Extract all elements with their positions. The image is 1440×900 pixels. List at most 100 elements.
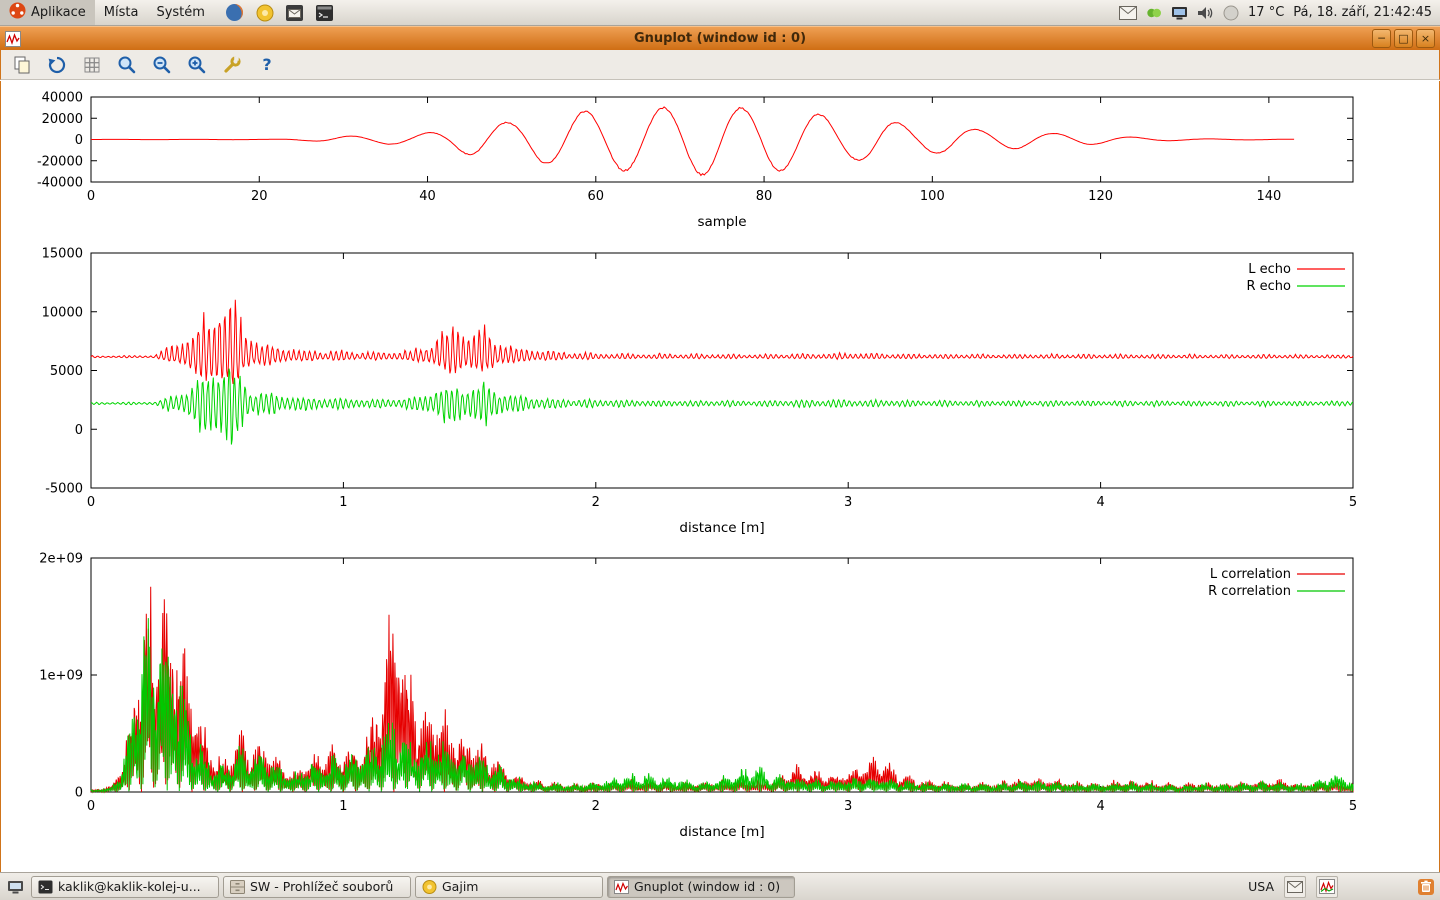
file-browser-task-icon	[230, 880, 245, 894]
ubuntu-logo-icon	[9, 2, 26, 23]
x-tick-label: 20	[251, 189, 268, 204]
menu-applications[interactable]: Aplikace	[0, 0, 95, 25]
legend-label: R echo	[1246, 279, 1291, 294]
x-tick-label: 2	[592, 495, 600, 510]
task-terminal[interactable]: kaklik@kaklik-kolej-u...	[31, 876, 219, 898]
taskbar-tray: USA	[1248, 875, 1440, 899]
y-tick-label: 0	[75, 786, 83, 801]
x-tick-label: 1	[339, 495, 347, 510]
chat-launcher-icon[interactable]	[254, 2, 276, 24]
clock-label[interactable]: Pá, 18. září, 21:42:45	[1293, 5, 1432, 20]
menu-applications-label: Aplikace	[31, 5, 86, 20]
legend-label: R correlation	[1208, 584, 1291, 599]
plot-border	[91, 558, 1353, 792]
legend-label: L echo	[1248, 262, 1291, 277]
maximize-button[interactable]: □	[1394, 29, 1413, 48]
help-button[interactable]: ?	[254, 53, 280, 77]
x-tick-label: 0	[87, 189, 95, 204]
x-tick-label: 0	[87, 495, 95, 510]
gnome-bottom-panel: kaklik@kaklik-kolej-u... SW - Prohlížeč …	[0, 872, 1440, 900]
gnome-top-panel: Aplikace Místa Systém	[0, 0, 1440, 26]
x-tick-label: 100	[920, 189, 945, 204]
y-tick-label: 20000	[42, 112, 83, 127]
chart-correlation-vs-distance[interactable]: 01234501e+092e+09distance [m]L correlati…	[1, 548, 1440, 848]
y-tick-label: -5000	[45, 482, 83, 497]
gnuplot-toolbar: ?	[0, 50, 1440, 80]
x-tick-label: 3	[844, 799, 852, 814]
terminal-task-icon	[38, 880, 53, 894]
close-button[interactable]: ×	[1416, 29, 1435, 48]
mail-notification-icon[interactable]	[1119, 6, 1137, 20]
toggle-grid-button[interactable]	[79, 53, 105, 77]
x-tick-label: 120	[1088, 189, 1113, 204]
configure-button[interactable]	[219, 53, 245, 77]
weather-icon[interactable]	[1223, 5, 1239, 21]
zoom-region-button[interactable]	[114, 53, 140, 77]
x-tick-label: 40	[419, 189, 436, 204]
window-controls: ─ □ ×	[1372, 29, 1435, 48]
x-tick-label: 140	[1256, 189, 1281, 204]
y-tick-label: 0	[75, 423, 83, 438]
menu-places[interactable]: Místa	[95, 0, 148, 25]
show-desktop-button[interactable]	[3, 876, 27, 898]
menu-system-label: Systém	[156, 5, 204, 20]
y-tick-label: -20000	[37, 154, 83, 169]
y-tick-label: 10000	[42, 305, 83, 320]
replot-button[interactable]	[44, 53, 70, 77]
gnuplot-canvas: 020406080100120140-40000-200000200004000…	[0, 81, 1440, 872]
window-titlebar[interactable]: Gnuplot (window id : 0) ─ □ ×	[0, 26, 1440, 50]
x-tick-label: 4	[1096, 495, 1104, 510]
trash-icon[interactable]	[1414, 875, 1438, 899]
zoom-in-button[interactable]	[184, 53, 210, 77]
x-tick-label: 2	[592, 799, 600, 814]
help-icon: ?	[262, 55, 271, 74]
x-tick-label: 0	[87, 799, 95, 814]
terminal-launcher-icon[interactable]	[314, 2, 336, 24]
task-file-browser[interactable]: SW - Prohlížeč souborů	[223, 876, 411, 898]
desktop: Aplikace Místa Systém	[0, 0, 1440, 900]
gajim-task-icon	[422, 880, 437, 894]
x-tick-label: 5	[1349, 495, 1357, 510]
chart-signal-vs-sample[interactable]: 020406080100120140-40000-200000200004000…	[1, 80, 1440, 246]
firefox-launcher-icon[interactable]	[224, 2, 246, 24]
temperature-label[interactable]: 17 °C	[1248, 5, 1284, 20]
keyboard-layout-indicator[interactable]: USA	[1248, 879, 1274, 894]
x-axis-label: distance [m]	[679, 520, 764, 536]
tray-mail-icon[interactable]	[1284, 876, 1306, 898]
menu-places-label: Místa	[104, 5, 139, 20]
x-tick-label: 5	[1349, 799, 1357, 814]
task-label: kaklik@kaklik-kolej-u...	[58, 879, 201, 894]
minimize-button[interactable]: ─	[1372, 29, 1391, 48]
task-label: SW - Prohlížeč souborů	[250, 879, 393, 894]
copy-to-clipboard-button[interactable]	[9, 53, 35, 77]
y-tick-label: 0	[75, 133, 83, 148]
display-settings-icon[interactable]	[1171, 5, 1188, 21]
x-axis-label: distance [m]	[679, 824, 764, 840]
plot-border	[91, 253, 1353, 488]
task-gajim[interactable]: Gajim	[415, 876, 603, 898]
volume-icon[interactable]	[1197, 5, 1214, 21]
task-gnuplot[interactable]: Gnuplot (window id : 0)	[607, 876, 795, 898]
x-tick-label: 1	[339, 799, 347, 814]
tray-gnuplot-icon[interactable]	[1316, 876, 1338, 898]
zoom-out-button[interactable]	[149, 53, 175, 77]
x-tick-label: 3	[844, 495, 852, 510]
y-tick-label: 40000	[42, 91, 83, 106]
legend-label: L correlation	[1210, 567, 1291, 582]
chart-echo-vs-distance[interactable]: 0 1 2 3 4 5 -5000 0 5000 10000 15000 distance [m] L …	[1, 243, 1440, 546]
panel-launchers	[224, 2, 336, 24]
software-update-icon[interactable]	[1146, 5, 1162, 21]
y-tick-label: 5000	[50, 364, 83, 379]
menu-system[interactable]: Systém	[147, 0, 213, 25]
x-tick-label: 60	[588, 189, 605, 204]
y-tick-label: 15000	[42, 247, 83, 262]
x-axis-label: sample	[697, 214, 746, 230]
task-label: Gajim	[442, 879, 478, 894]
y-tick-label: 2e+09	[39, 552, 83, 567]
mail-launcher-icon[interactable]	[284, 2, 306, 24]
window-title: Gnuplot (window id : 0)	[0, 31, 1440, 46]
gnuplot-task-icon	[614, 880, 629, 894]
task-label: Gnuplot (window id : 0)	[634, 879, 780, 894]
panel-status-area: 17 °C Pá, 18. září, 21:42:45	[1119, 5, 1440, 21]
x-tick-label: 80	[756, 189, 773, 204]
